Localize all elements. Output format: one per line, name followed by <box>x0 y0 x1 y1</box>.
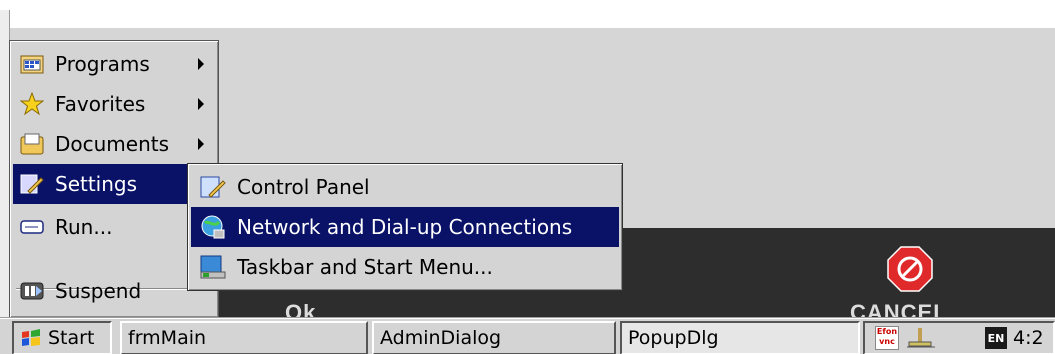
clock[interactable]: 4:2 <box>1013 327 1044 349</box>
system-tray: Efon vnc EN 4:2 <box>863 321 1055 354</box>
settings-submenu: Control Panel Network and Dial-up Connec… <box>187 163 623 291</box>
start-menu-label-settings: Settings <box>55 172 138 196</box>
network-status-icon[interactable] <box>905 326 937 350</box>
submenu-item-taskbar[interactable]: Taskbar and Start Menu... <box>191 247 619 287</box>
submenu-item-control-panel[interactable]: Control Panel <box>191 167 619 207</box>
submenu-arrow-icon <box>198 98 204 110</box>
taskbar-button-label: AdminDialog <box>380 327 502 349</box>
taskbar-button-frmmain[interactable]: frmMain <box>120 321 368 354</box>
start-menu-label-programs: Programs <box>55 52 150 76</box>
stop-sign-icon[interactable] <box>887 246 933 292</box>
start-button-label: Start <box>48 327 95 349</box>
taskbar-button-popupdlg[interactable]: PopupDlg <box>620 321 860 354</box>
suspend-icon <box>19 279 45 303</box>
documents-icon <box>19 132 45 156</box>
taskbar-button-admindialog[interactable]: AdminDialog <box>372 321 616 354</box>
run-icon <box>19 215 45 239</box>
input-language-indicator[interactable]: EN <box>985 327 1007 349</box>
start-menu-item-programs[interactable]: Programs <box>13 44 216 84</box>
network-icon <box>199 214 227 240</box>
start-menu-label-favorites: Favorites <box>55 92 146 116</box>
start-menu-label-documents: Documents <box>55 132 170 156</box>
submenu-label-control-panel: Control Panel <box>237 175 370 199</box>
start-menu-item-favorites[interactable]: Favorites <box>13 84 216 124</box>
submenu-arrow-icon <box>198 58 204 70</box>
taskbar-icon <box>199 254 227 280</box>
start-menu-item-documents[interactable]: Documents <box>13 124 216 164</box>
submenu-label-network: Network and Dial-up Connections <box>237 215 573 239</box>
settings-icon <box>19 172 45 196</box>
favorites-icon <box>19 92 45 116</box>
taskbar-button-label: frmMain <box>128 327 207 349</box>
submenu-item-network[interactable]: Network and Dial-up Connections <box>191 207 619 247</box>
programs-icon <box>19 52 45 76</box>
taskbar-button-label: PopupDlg <box>628 327 719 349</box>
windows-logo-icon <box>20 328 42 348</box>
taskbar: Start frmMain AdminDialog PopupDlg Efon … <box>0 318 1055 354</box>
submenu-arrow-icon <box>198 138 204 150</box>
start-menu-item-settings[interactable]: Settings <box>13 164 216 204</box>
efon-vnc-icon[interactable]: Efon vnc <box>875 326 899 350</box>
start-menu-item-run[interactable]: Run... <box>13 207 216 247</box>
control-panel-icon <box>199 174 227 200</box>
app-window-top <box>0 0 1055 28</box>
start-button[interactable]: Start <box>12 321 112 354</box>
submenu-label-taskbar: Taskbar and Start Menu... <box>237 255 493 279</box>
start-menu-item-suspend[interactable]: Suspend <box>13 271 216 311</box>
